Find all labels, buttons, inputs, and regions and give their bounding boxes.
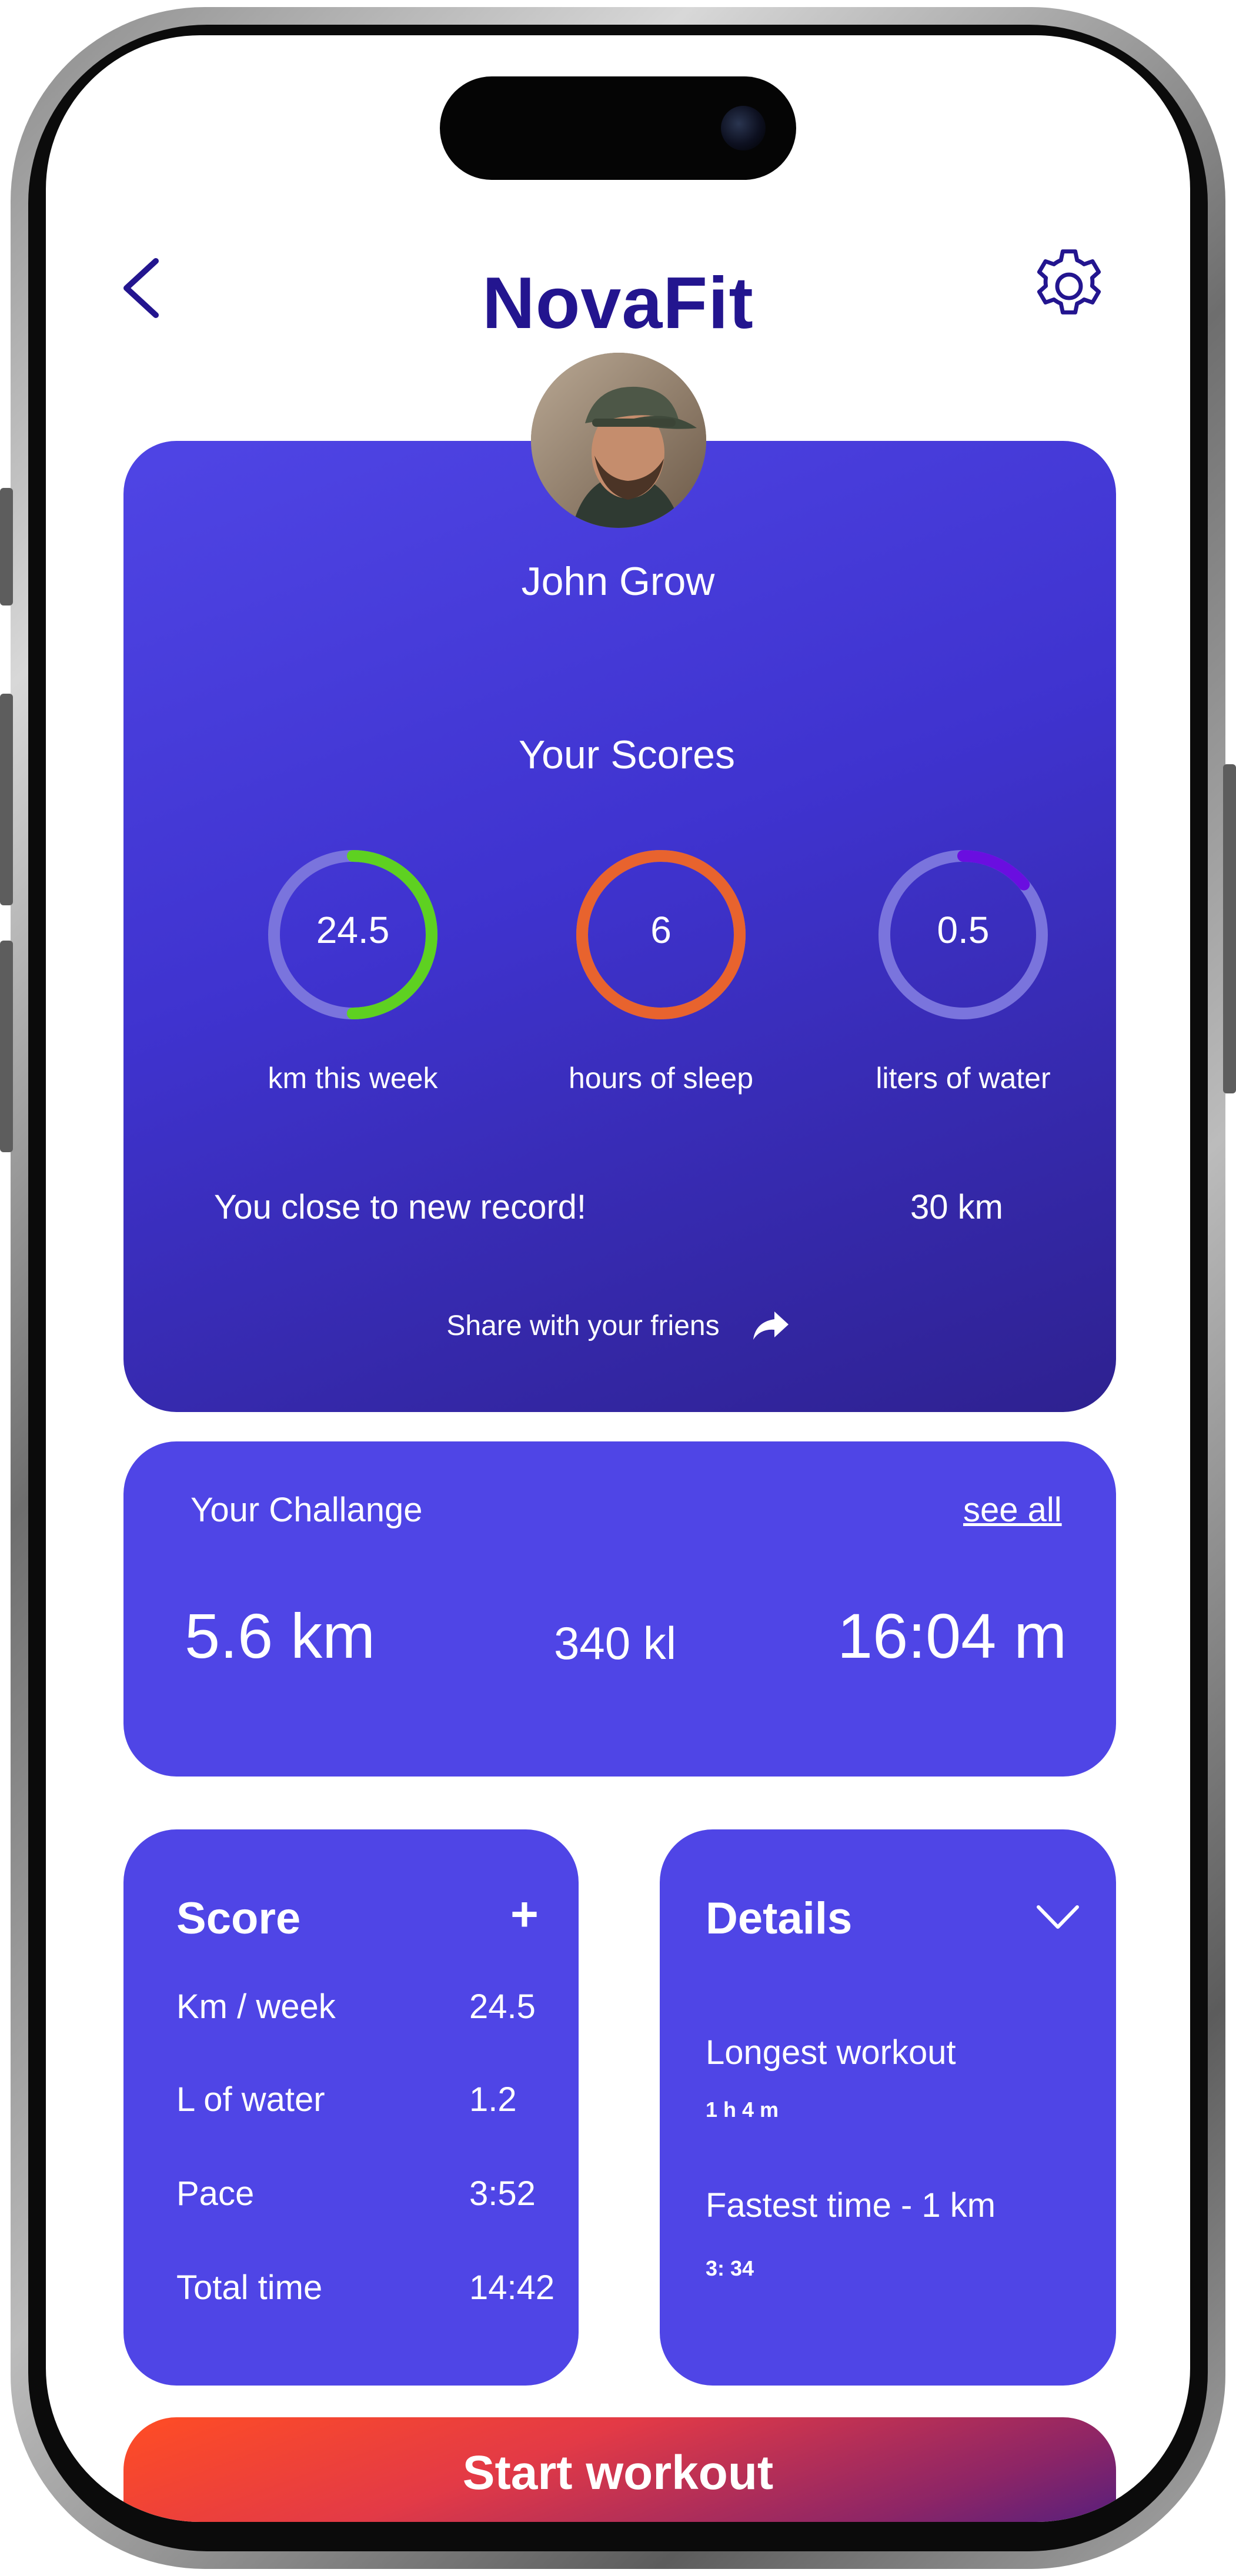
water-value: 0.5 — [937, 909, 990, 951]
dynamic-island — [440, 76, 796, 180]
app-screen: NovaFit John Grow Your Scores 24.5 km th… — [46, 35, 1190, 2522]
score-row-value: 14:42 — [469, 2269, 555, 2307]
longest-workout-value: 1 h 4 m — [706, 2097, 779, 2122]
user-name: John Grow — [521, 559, 715, 604]
user-photo-icon — [531, 353, 706, 528]
score-title: Score — [176, 1893, 301, 1943]
settings-button[interactable] — [1025, 242, 1113, 330]
volume-down-button — [0, 941, 13, 1152]
challenge-calories: 340 kl — [554, 1617, 677, 1669]
sleep-label: hours of sleep — [568, 1062, 754, 1095]
score-row-label: Pace — [176, 2174, 255, 2213]
add-score-button[interactable]: + — [510, 1887, 539, 1942]
challenge-title: Your Challange — [191, 1491, 423, 1529]
sleep-value: 6 — [650, 909, 672, 951]
score-row-label: Km / week — [176, 1988, 336, 2026]
challenge-time: 16:04 m — [837, 1600, 1067, 1671]
mute-switch — [0, 488, 13, 605]
score-row-label: L of water — [176, 2080, 325, 2119]
record-value: 30 km — [910, 1188, 1003, 1226]
scores-title: Your Scores — [519, 732, 735, 777]
distance-value: 24.5 — [316, 909, 390, 951]
water-label: liters of water — [876, 1062, 1051, 1095]
score-row-label: Total time — [176, 2269, 323, 2307]
record-message: You close to new record! — [214, 1188, 587, 1226]
score-row-value: 24.5 — [469, 1988, 536, 2026]
camera-icon — [721, 106, 766, 150]
details-title: Details — [706, 1893, 853, 1943]
distance-label: km this week — [268, 1062, 438, 1095]
stage: NovaFit John Grow Your Scores 24.5 km th… — [0, 0, 1236, 2576]
fastest-time-value: 3: 34 — [706, 2256, 754, 2280]
gear-icon — [1037, 249, 1101, 315]
chevron-down-icon — [1037, 1905, 1079, 1929]
app-title: NovaFit — [482, 263, 754, 344]
challenge-distance: 5.6 km — [185, 1600, 376, 1671]
start-workout-label: Start workout — [462, 2446, 774, 2500]
power-button — [1223, 764, 1236, 1093]
share-arrow-icon — [753, 1312, 789, 1340]
score-row-value: 3:52 — [469, 2174, 536, 2213]
score-row-value: 1.2 — [469, 2080, 517, 2119]
volume-up-button — [0, 694, 13, 905]
details-toggle[interactable] — [1034, 1900, 1082, 1935]
share-label: Share with your friens — [446, 1310, 720, 1341]
longest-workout-label: Longest workout — [706, 2033, 956, 2072]
share-button[interactable]: Share with your friens — [46, 1302, 1190, 1349]
avatar[interactable] — [531, 353, 706, 528]
fastest-time-label: Fastest time - 1 km — [706, 2186, 996, 2224]
see-all-link[interactable]: see all — [963, 1490, 1062, 1530]
